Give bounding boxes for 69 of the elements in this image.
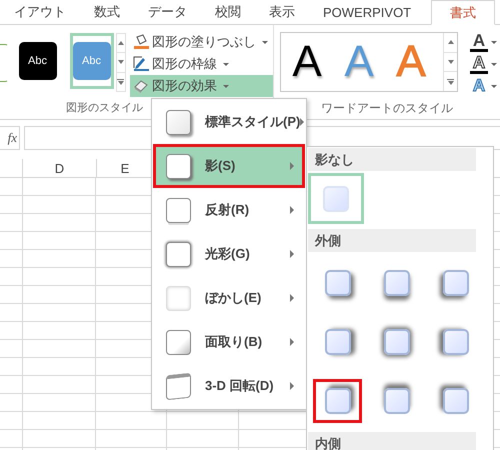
text-outline-button[interactable]: A	[470, 54, 488, 74]
column-header[interactable]: D	[23, 159, 97, 177]
caret-icon	[491, 40, 497, 44]
caret-icon	[223, 84, 229, 88]
pencil-icon	[133, 56, 149, 72]
shadow-preset-icon	[442, 388, 468, 414]
soft-edges-icon	[166, 286, 191, 310]
caret-icon	[223, 62, 229, 66]
submenu-arrow-icon	[290, 206, 294, 214]
section-header: 内側	[308, 432, 476, 450]
submenu-arrow-icon	[290, 338, 294, 346]
submenu-arrow-icon	[300, 118, 304, 126]
function-button[interactable]: fx	[0, 126, 20, 150]
shadow-preset-icon	[442, 270, 468, 296]
menu-item[interactable]: 影(S)	[153, 144, 305, 188]
menu-item-label: 影(S)	[205, 157, 236, 175]
ribbon-tab[interactable]: 表示	[255, 0, 309, 24]
glow-icon	[166, 242, 191, 266]
shadow-preset-icon	[442, 328, 468, 354]
text-fill-button[interactable]: A	[470, 32, 488, 52]
shadow-preset-icon	[384, 328, 410, 354]
submenu-arrow-icon	[290, 382, 294, 390]
menu-item-label: ぼかし(E)	[205, 289, 262, 307]
ribbon-tab[interactable]: イアウト	[0, 0, 80, 24]
submenu-arrow-icon	[290, 162, 294, 170]
menu-item-label: 反射(R)	[205, 201, 250, 219]
no-shadow-icon	[323, 186, 349, 212]
ribbon-tab[interactable]: 数式	[80, 0, 134, 24]
eraser-icon	[133, 78, 149, 94]
caret-icon	[262, 40, 268, 44]
ribbon-tab[interactable]: データ	[134, 0, 201, 24]
ribbon-command[interactable]: 図形の塗りつぶし	[130, 31, 273, 53]
ribbon-tab[interactable]: 校閲	[201, 0, 255, 24]
submenu-arrow-icon	[290, 250, 294, 258]
shadow-preset[interactable]	[313, 378, 362, 422]
menu-item-label: 面取り(B)	[205, 333, 264, 351]
menu-item-label: 光彩(G)	[205, 245, 251, 263]
submenu-arrow-icon	[290, 294, 294, 302]
shape-style-thumbnail[interactable]: Abc	[18, 42, 57, 80]
section-header: 影なし	[308, 148, 476, 171]
menu-item[interactable]: 面取り(B)	[153, 320, 305, 364]
reflection-icon	[166, 198, 191, 222]
ribbon-command[interactable]: 図形の枠線	[130, 53, 273, 75]
ribbon-tab[interactable]: 書式	[431, 0, 496, 25]
section-header: 外側	[308, 229, 476, 252]
menu-option[interactable]	[308, 173, 364, 224]
rotated-cube-icon	[166, 372, 191, 400]
shadow-preset-icon	[324, 388, 350, 414]
ribbon-tab[interactable]: POWERPIVOT	[309, 0, 426, 24]
shadow-preset-icon	[324, 270, 350, 296]
shadow-preset-icon	[384, 388, 410, 414]
menu-item[interactable]: 標準スタイル(P)	[153, 100, 305, 144]
shadow-preset-icon	[384, 270, 410, 296]
menu-item[interactable]: 反射(R)	[153, 188, 305, 232]
menu-item-label: 3-D 回転(D)	[205, 377, 275, 395]
caret-icon	[491, 84, 497, 88]
menu-item[interactable]: 3-D 回転(D)	[153, 364, 305, 408]
menu-item[interactable]: 光彩(G)	[153, 232, 305, 276]
shadow-preset-icon	[324, 328, 350, 354]
caret-icon	[491, 62, 497, 66]
standard-style-icon	[166, 110, 191, 134]
bevel-icon	[166, 330, 191, 354]
group-label: ワードアートのスタイル	[320, 100, 454, 117]
shadow-icon	[166, 154, 191, 178]
wordart-style[interactable]: A	[281, 37, 333, 87]
menu-item-label: 標準スタイル(P)	[205, 113, 300, 131]
ribbon-command[interactable]: 図形の効果	[130, 75, 273, 97]
menu-item[interactable]: ぼかし(E)	[153, 276, 305, 320]
group-label: 図形のスタイル	[65, 101, 144, 116]
